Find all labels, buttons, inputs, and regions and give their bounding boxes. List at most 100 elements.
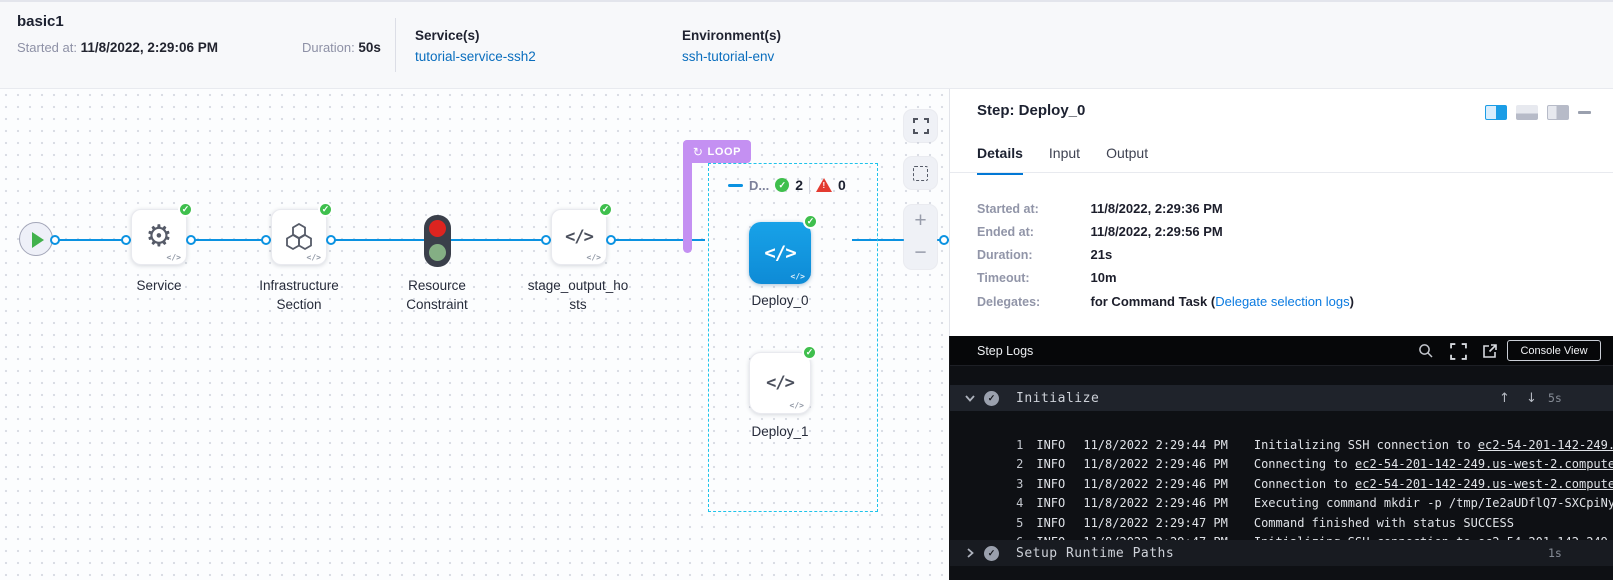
success-check-icon: ✓ [598, 202, 613, 217]
pipeline-edge [187, 239, 271, 241]
loop-badge-label: LOOP [708, 146, 742, 158]
canvas-zoom-control: + − [904, 205, 937, 269]
marquee-select-icon [913, 166, 928, 181]
log-line: 2INFO11/8/2022 2:29:46 PMConnecting to e… [950, 436, 1613, 456]
code-mini-icon: </> [167, 253, 181, 262]
log-line: 4INFO11/8/2022 2:29:46 PMExecuting comma… [950, 475, 1613, 495]
canvas-fullscreen-button[interactable] [904, 110, 937, 142]
code-mini-icon: </> [307, 253, 321, 262]
pipeline-canvas[interactable]: ⚙ </> ✓ Service </> ✓ Infrastructure Sec… [0, 89, 949, 580]
code-icon: </> [766, 373, 794, 393]
section-success-icon: ✓ [984, 546, 999, 561]
header-divider [395, 18, 396, 72]
success-check-icon: ✓ [318, 202, 333, 217]
collapse-icon[interactable] [728, 184, 743, 187]
log-section-name: Setup Runtime Paths [1016, 546, 1174, 561]
delegate-selection-logs-link[interactable]: Delegate selection logs [1215, 294, 1349, 309]
gear-icon: ⚙ [146, 222, 173, 252]
layout-right-icon[interactable] [1547, 105, 1569, 120]
node-stage-output-hosts[interactable]: </> </> ✓ [551, 209, 607, 265]
loop-group-name: D... [749, 178, 769, 193]
node-label-infrastructure: Infrastructure Section [239, 276, 359, 314]
canvas-select-button[interactable] [904, 157, 937, 189]
edge-connector [121, 235, 131, 245]
search-icon[interactable] [1418, 343, 1434, 359]
success-check-icon: ✓ [178, 202, 193, 217]
hexagons-icon [284, 223, 314, 251]
environments-label: Environment(s) [682, 28, 781, 43]
detail-value: 21s [1090, 247, 1112, 262]
detail-label: Delegates: [977, 295, 1087, 309]
traffic-light-green [429, 244, 446, 261]
log-line: 5INFO11/8/2022 2:29:47 PMCommand finishe… [950, 494, 1613, 514]
success-check-icon: ✓ [775, 178, 789, 192]
step-logs-title: Step Logs [977, 344, 1033, 358]
detail-label: Started at: [977, 202, 1087, 216]
environment-link[interactable]: ssh-tutorial-env [682, 49, 781, 64]
duration-label: Duration: [302, 40, 355, 55]
traffic-light-red [429, 220, 446, 237]
tab-output[interactable]: Output [1106, 145, 1148, 175]
pipeline-edge [451, 239, 551, 241]
console-view-button[interactable]: Console View [1507, 340, 1601, 361]
node-infrastructure-section[interactable]: </> ✓ [271, 209, 327, 265]
node-label-deploy-1: Deploy_1 [720, 422, 840, 441]
minimize-icon[interactable] [1578, 111, 1591, 114]
node-label-deploy-0: Deploy_0 [720, 291, 840, 310]
open-in-new-tab-icon[interactable] [1482, 343, 1498, 359]
loop-header-divider [809, 177, 810, 194]
logs-fullscreen-icon[interactable] [1450, 343, 1467, 360]
node-deploy-0[interactable]: </> </> ✓ [749, 222, 811, 284]
edge-connector [261, 235, 271, 245]
loop-icon: ↻ [693, 145, 704, 159]
pipeline-name: basic1 [17, 13, 64, 30]
tab-details[interactable]: Details [977, 145, 1023, 175]
node-label-resource-constraint: Resource Constraint [377, 276, 497, 314]
duration: Duration: 50s [302, 40, 381, 55]
services-label: Service(s) [415, 28, 536, 43]
scroll-bottom-icon[interactable]: ↓ [1526, 391, 1537, 406]
layout-split-right-icon[interactable] [1485, 105, 1507, 120]
scroll-top-icon[interactable]: ↑ [1499, 391, 1510, 406]
tabs-divider [950, 172, 1613, 173]
log-line: 1INFO11/8/2022 2:29:44 PMInitializing SS… [950, 416, 1613, 436]
code-icon: </> [565, 227, 593, 247]
node-deploy-1[interactable]: </> </> ✓ [749, 352, 811, 414]
tab-input[interactable]: Input [1049, 145, 1080, 175]
detail-value: 11/8/2022, 2:29:36 PM [1090, 201, 1222, 216]
service-link[interactable]: tutorial-service-ssh2 [415, 49, 536, 64]
node-service[interactable]: ⚙ </> ✓ [131, 209, 187, 265]
log-line: 6INFO11/8/2022 2:29:47 PMInitializing SS… [950, 514, 1613, 534]
zoom-out-button[interactable]: − [904, 242, 937, 264]
layout-bottom-icon[interactable] [1516, 105, 1538, 120]
detail-row-delegates: Delegates: for Command Task (Delegate se… [977, 294, 1354, 309]
node-label-service: Service [99, 276, 219, 295]
chevron-down-icon [964, 392, 976, 404]
code-mini-icon: </> [791, 272, 805, 281]
loop-failed-count: 0 [838, 177, 846, 193]
section-duration: 1s [1548, 546, 1562, 560]
detail-label: Timeout: [977, 271, 1087, 285]
started-at-label: Started at: [17, 40, 77, 55]
pipeline-start-node[interactable] [19, 222, 53, 256]
detail-value: 11/8/2022, 2:29:56 PM [1090, 224, 1222, 239]
edge-connector [939, 235, 949, 245]
zoom-in-button[interactable]: + [904, 210, 937, 232]
detail-value: for Command Task ( [1090, 294, 1215, 309]
detail-label: Ended at: [977, 225, 1087, 239]
loop-badge: ↻ LOOP [683, 140, 751, 163]
edge-connector [326, 235, 336, 245]
log-section-setup-runtime-paths[interactable]: ✓ Setup Runtime Paths 1s [950, 540, 1613, 566]
started-at: Started at: 11/8/2022, 2:29:06 PM [17, 40, 218, 55]
code-mini-icon: </> [790, 401, 804, 410]
success-check-icon: ✓ [803, 214, 818, 229]
environments-column: Environment(s) ssh-tutorial-env [682, 28, 781, 64]
play-icon [32, 232, 44, 248]
node-resource-constraint[interactable] [424, 215, 451, 267]
edge-connector [541, 235, 551, 245]
loop-group-header: D... ✓ 2 0 [728, 175, 846, 195]
edge-connector [606, 235, 616, 245]
step-logs-panel: Step Logs Console View ✓ Initialize ↑ ↓ [949, 336, 1613, 580]
fullscreen-icon [913, 118, 929, 134]
log-section-initialize[interactable]: ✓ Initialize ↑ ↓ 5s [950, 385, 1613, 411]
